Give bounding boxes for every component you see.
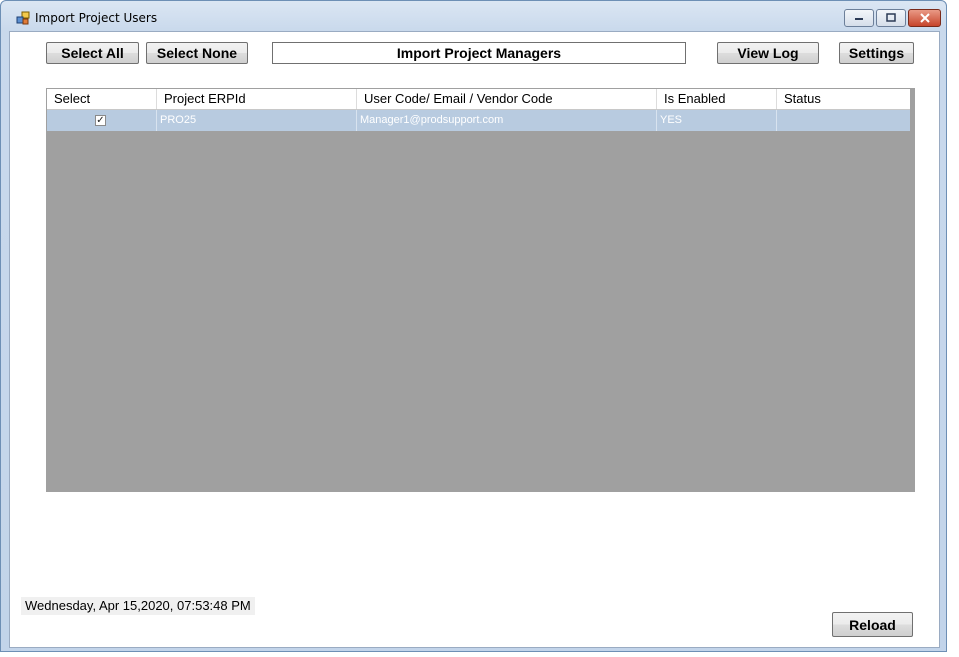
datetime-label: Wednesday, Apr 15,2020, 07:53:48 PM bbox=[21, 597, 255, 615]
title-bar[interactable]: Import Project Users bbox=[1, 1, 946, 33]
window-title: Import Project Users bbox=[35, 11, 158, 25]
import-project-managers-button[interactable]: Import Project Managers bbox=[272, 42, 686, 64]
column-header-status[interactable]: Status bbox=[777, 89, 910, 109]
table-row[interactable]: ✓ PRO25 Manager1@prodsupport.com YES bbox=[47, 110, 910, 131]
client-area: Select All Select None Import Project Ma… bbox=[9, 31, 940, 648]
restore-icon bbox=[886, 13, 896, 22]
close-icon bbox=[919, 13, 930, 23]
status-cell[interactable] bbox=[777, 110, 910, 131]
close-button[interactable] bbox=[908, 9, 941, 27]
select-none-button[interactable]: Select None bbox=[146, 42, 248, 64]
row-checkbox[interactable]: ✓ bbox=[95, 115, 106, 126]
project-erpid-cell[interactable]: PRO25 bbox=[157, 110, 357, 131]
column-header-user-code[interactable]: User Code/ Email / Vendor Code bbox=[357, 89, 657, 109]
is-enabled-cell[interactable]: YES bbox=[657, 110, 777, 131]
minimize-icon bbox=[855, 18, 863, 20]
reload-button[interactable]: Reload bbox=[832, 612, 913, 637]
users-grid[interactable]: Select Project ERPId User Code/ Email / … bbox=[46, 88, 915, 492]
minimize-button[interactable] bbox=[844, 9, 874, 27]
column-header-select[interactable]: Select bbox=[47, 89, 157, 109]
user-code-cell[interactable]: Manager1@prodsupport.com bbox=[357, 110, 657, 131]
settings-button[interactable]: Settings bbox=[839, 42, 914, 64]
restore-button[interactable] bbox=[876, 9, 906, 27]
select-all-button[interactable]: Select All bbox=[46, 42, 139, 64]
app-window: Import Project Users Select All Select N… bbox=[0, 0, 947, 652]
grid-header: Select Project ERPId User Code/ Email / … bbox=[47, 89, 910, 110]
select-cell[interactable]: ✓ bbox=[47, 110, 157, 131]
column-header-project-erpid[interactable]: Project ERPId bbox=[157, 89, 357, 109]
column-header-is-enabled[interactable]: Is Enabled bbox=[657, 89, 777, 109]
view-log-button[interactable]: View Log bbox=[717, 42, 819, 64]
app-icon bbox=[16, 11, 30, 25]
